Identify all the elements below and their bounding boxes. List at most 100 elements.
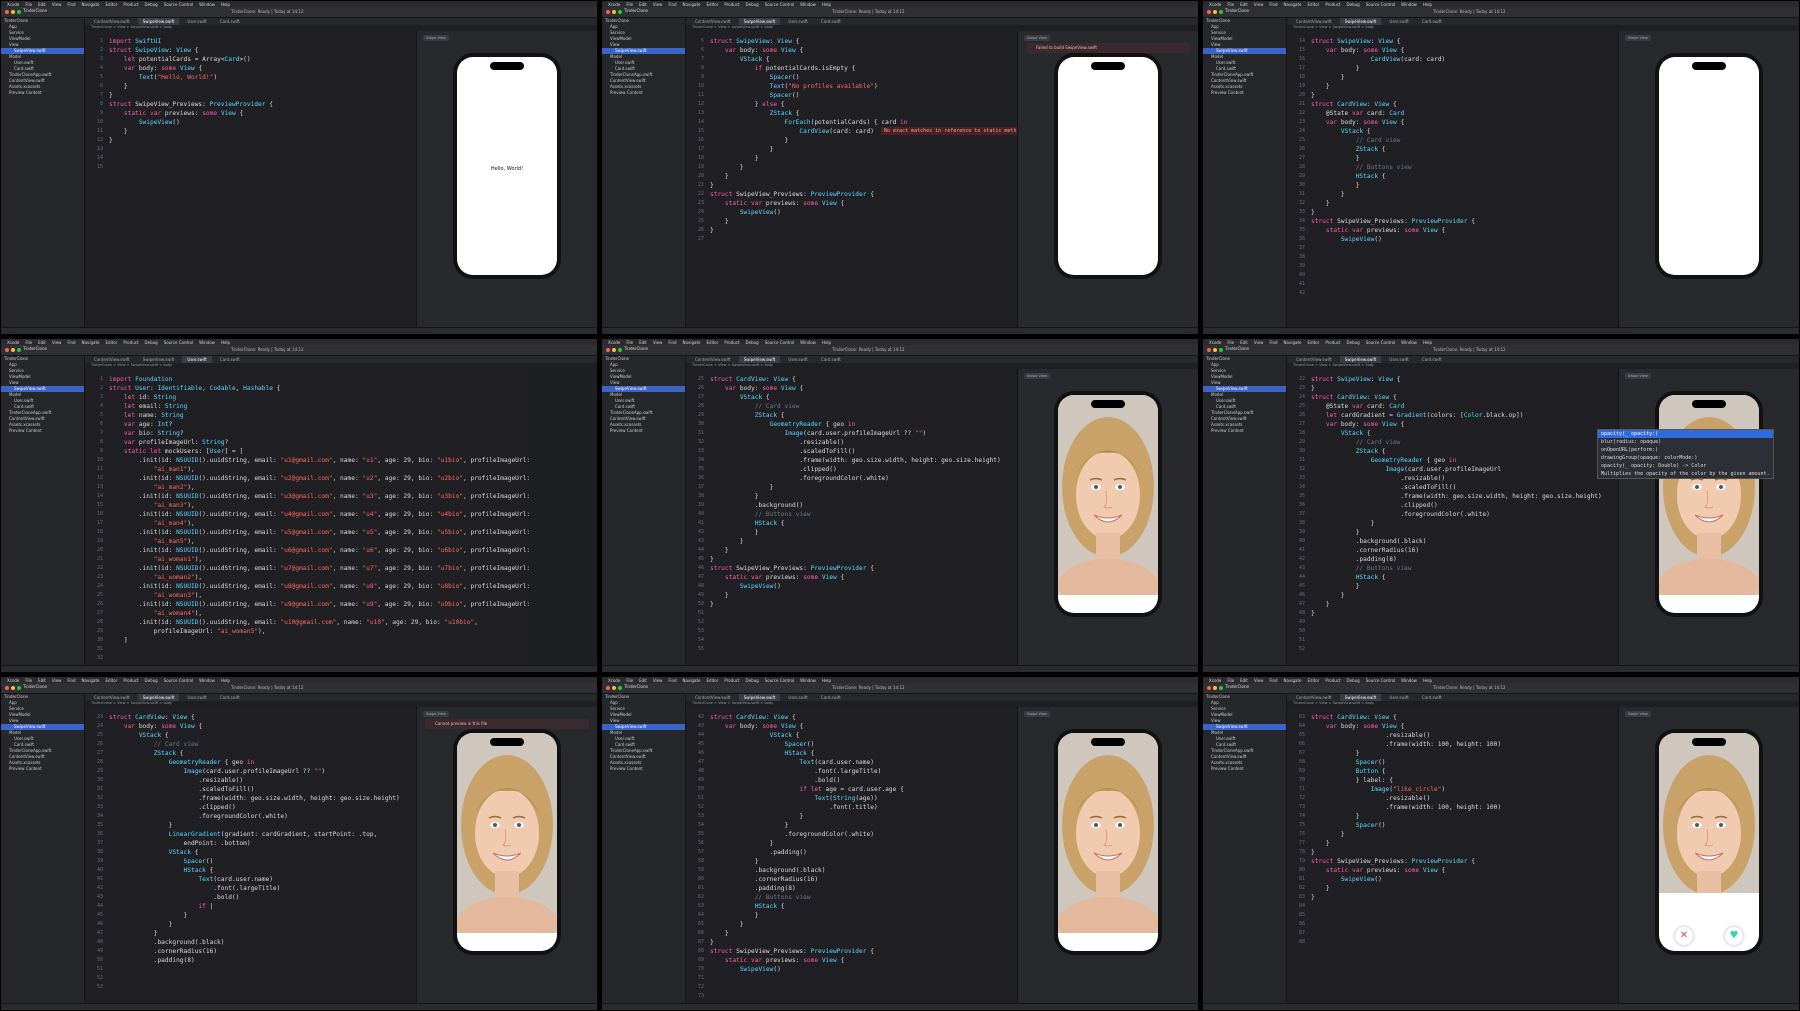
menu-item-help[interactable]: Help: [822, 678, 831, 683]
code-line[interactable]: Text("Hello, World!"): [109, 73, 411, 82]
code-line[interactable]: .cornerRadius(16): [710, 875, 1012, 884]
menu-item-xcode[interactable]: Xcode: [7, 340, 19, 345]
menu-item-editor[interactable]: Editor: [707, 678, 719, 683]
code-line[interactable]: CardView(card: card): [1311, 55, 1613, 64]
menu-item-navigate[interactable]: Navigate: [1284, 678, 1302, 683]
tab-swipeview[interactable]: SwipeView.swift: [1339, 18, 1382, 25]
menu-item-product[interactable]: Product: [1325, 340, 1340, 345]
menu-item-navigate[interactable]: Navigate: [82, 2, 100, 7]
breadcrumb[interactable]: TinderClone > View > SwipeView.swift > b…: [1287, 25, 1799, 30]
code-line[interactable]: SwipeView(): [1311, 235, 1613, 244]
menu-item-view[interactable]: View: [52, 2, 62, 7]
source-code[interactable]: struct SwipeView: View { var body: some …: [710, 37, 1012, 235]
code-line[interactable]: .init(id: NSUUID().uuidString, email: "u…: [109, 618, 521, 627]
menu-item-editor[interactable]: Editor: [707, 340, 719, 345]
code-line[interactable]: var body: some View {: [710, 46, 1012, 55]
code-line[interactable]: .foregroundColor(.white): [710, 474, 1012, 483]
code-line[interactable]: }: [1311, 208, 1613, 217]
menu-item-file[interactable]: File: [626, 678, 633, 683]
preview-error-banner[interactable]: Cannot preview in this file: [425, 719, 589, 729]
menu-item-help[interactable]: Help: [221, 678, 230, 683]
code-line[interactable]: static var previews: some View {: [1311, 226, 1613, 235]
code-line[interactable]: }: [1311, 528, 1613, 537]
code-line[interactable]: }: [710, 217, 1012, 226]
code-line[interactable]: VStack {: [1311, 127, 1613, 136]
code-line[interactable]: .background(.black): [1311, 537, 1613, 546]
code-editor[interactable]: 5 6 7 8 9 10 11 12 13 14 15 16 17 18 19 20 21 22 23 24 25 26 2…: [686, 31, 1016, 328]
menu-item-product[interactable]: Product: [123, 2, 138, 7]
menu-item-debug[interactable]: Debug: [746, 678, 759, 683]
minimize-window-button[interactable]: [11, 348, 15, 352]
menu-item-window[interactable]: Window: [1401, 2, 1417, 7]
code-line[interactable]: struct SwipeView_Previews: PreviewProvid…: [710, 564, 1012, 573]
menu-item-window[interactable]: Window: [800, 678, 816, 683]
navigator-item[interactable]: Preview Content: [602, 766, 685, 772]
code-line[interactable]: if potentialCards.isEmpty {: [710, 64, 1012, 73]
code-line[interactable]: .init(id: NSUUID().uuidString, email: "u…: [109, 492, 530, 501]
menu-item-product[interactable]: Product: [724, 2, 739, 7]
code-line[interactable]: // Card view: [109, 740, 411, 749]
code-line[interactable]: }: [710, 181, 1012, 190]
tab-user[interactable]: User.swift: [182, 694, 211, 701]
menu-item-debug[interactable]: Debug: [145, 2, 158, 7]
code-line[interactable]: .clipped(): [109, 803, 411, 812]
autocomplete-item[interactable]: blur(radius: opaque): [1598, 438, 1773, 446]
code-line[interactable]: }: [710, 938, 1012, 947]
source-code[interactable]: struct SwipeView: View { var body: some …: [1311, 37, 1613, 244]
menu-item-window[interactable]: Window: [1401, 340, 1417, 345]
code-line[interactable]: profileImageUrl: "ai_woman5"),: [109, 627, 521, 636]
menu-item-file[interactable]: File: [1227, 678, 1234, 683]
navigator-item[interactable]: Preview Content: [1203, 428, 1286, 434]
code-line[interactable]: Text(card.user.name): [109, 875, 411, 884]
menu-item-help[interactable]: Help: [1423, 340, 1432, 345]
code-line[interactable]: }: [710, 528, 1012, 537]
code-line[interactable]: }: [109, 136, 411, 145]
menu-item-source-control[interactable]: Source Control: [164, 678, 193, 683]
code-line[interactable]: }: [1311, 199, 1613, 208]
code-line[interactable]: .scaledToFill(): [109, 785, 411, 794]
navigator-item[interactable]: Preview Content: [602, 428, 685, 434]
code-line[interactable]: struct SwipeView: View {: [1311, 37, 1613, 46]
breadcrumb[interactable]: TinderClone > View > SwipeView.swift > b…: [1287, 363, 1799, 368]
zoom-window-button[interactable]: [17, 686, 21, 690]
menu-item-find[interactable]: Find: [1269, 340, 1277, 345]
code-line[interactable]: }: [1311, 190, 1613, 199]
zoom-window-button[interactable]: [1219, 10, 1223, 14]
menu-item-view[interactable]: View: [52, 340, 62, 345]
code-line[interactable]: .padding(8): [1311, 555, 1613, 564]
code-line[interactable]: import Foundation: [109, 375, 521, 384]
code-line[interactable]: static var previews: some View {: [710, 573, 1012, 582]
menu-item-window[interactable]: Window: [1401, 678, 1417, 683]
code-line[interactable]: .frame(width: 100, height: 100): [1311, 803, 1613, 812]
code-line[interactable]: .font(.largeTitle): [109, 884, 411, 893]
close-window-button[interactable]: [606, 348, 610, 352]
close-window-button[interactable]: [5, 10, 9, 14]
code-line[interactable]: .frame(width: geo.size.width, height: ge…: [1311, 492, 1613, 501]
menu-item-editor[interactable]: Editor: [707, 2, 719, 7]
menu-item-edit[interactable]: Edit: [1240, 678, 1248, 683]
code-line[interactable]: }: [710, 546, 1012, 555]
source-code[interactable]: import Foundation struct User: Identifiab…: [109, 375, 530, 645]
code-line[interactable]: .bold(): [109, 893, 411, 902]
code-line[interactable]: Image("like_circle"): [1311, 785, 1613, 794]
code-line[interactable]: HStack {: [710, 519, 1012, 528]
code-line[interactable]: }: [1311, 893, 1613, 902]
code-line[interactable]: // Buttons view: [1311, 564, 1613, 573]
code-line[interactable]: }: [710, 163, 1012, 172]
code-line[interactable]: SwipeView(): [1311, 875, 1613, 884]
navigator-item[interactable]: Preview Content: [1, 90, 84, 96]
code-line[interactable]: }: [710, 591, 1012, 600]
code-line[interactable]: .font(.largeTitle): [710, 767, 1012, 776]
code-line[interactable]: }: [109, 127, 411, 136]
code-line[interactable]: struct CardView: View {: [1311, 100, 1613, 109]
code-line[interactable]: .font(.title): [710, 803, 1012, 812]
code-line[interactable]: // Buttons view: [1311, 163, 1613, 172]
tab-swipeview[interactable]: SwipeView.swift: [738, 356, 781, 363]
code-line[interactable]: }: [710, 812, 1012, 821]
code-line[interactable]: "ai_man1"),: [109, 465, 521, 474]
code-line[interactable]: }: [1311, 839, 1613, 848]
code-line[interactable]: ZStack {: [710, 109, 1012, 118]
menu-item-find[interactable]: Find: [668, 2, 676, 7]
code-editor[interactable]: 1 2 3 4 5 6 7 8 9 10 11 12 13 14 15 16 17 18 19 20 21 22 23 24 2…: [85, 369, 530, 666]
code-line[interactable]: }: [1311, 848, 1613, 857]
